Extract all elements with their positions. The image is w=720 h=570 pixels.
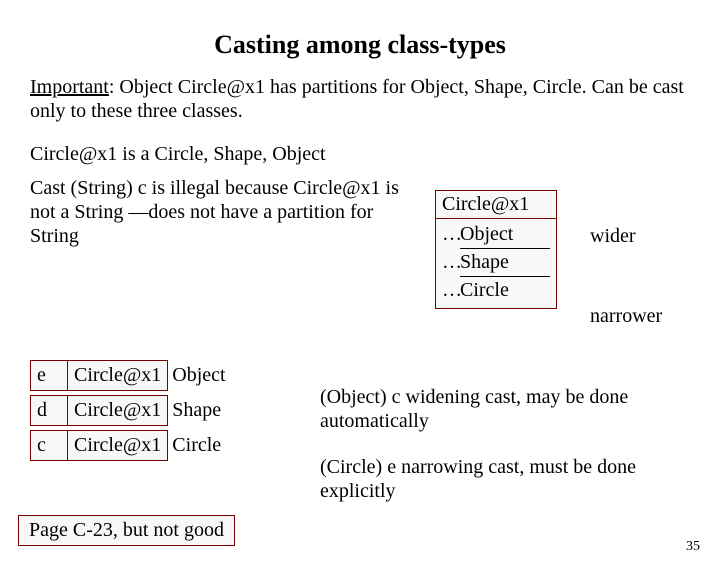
partition-row: … Circle: [442, 279, 550, 302]
partition-class: Object: [460, 223, 513, 246]
var-value: Circle@x1: [67, 395, 168, 426]
table-row: e Circle@x1 Object: [30, 360, 226, 391]
widening-cast-note: (Object) c widening cast, may be done au…: [320, 385, 710, 433]
var-name: e: [30, 360, 68, 391]
partition-row: … Shape: [442, 251, 550, 274]
variable-table: e Circle@x1 Object d Circle@x1 Shape c C…: [30, 360, 226, 465]
dots: …: [442, 279, 460, 302]
divider: [460, 248, 550, 249]
partition-class: Shape: [460, 251, 509, 274]
narrowing-cast-note: (Circle) e narrowing cast, must be done …: [320, 455, 710, 503]
important-rest: : Object Circle@x1 has partitions for Ob…: [30, 76, 684, 122]
var-value: Circle@x1: [67, 430, 168, 461]
var-value: Circle@x1: [67, 360, 168, 391]
partition-stack: Circle@x1 … Object … Shape … Circle: [435, 190, 557, 309]
important-lead: Important: [30, 76, 109, 98]
illegal-cast-paragraph: Cast (String) c is illegal because Circl…: [30, 176, 410, 248]
var-type: Shape: [172, 399, 221, 422]
divider: [460, 276, 550, 277]
var-name: c: [30, 430, 68, 461]
dots: …: [442, 251, 460, 274]
dots: …: [442, 223, 460, 246]
partition-row: … Object: [442, 223, 550, 246]
partition-class: Circle: [460, 279, 509, 302]
var-name: d: [30, 395, 68, 426]
table-row: d Circle@x1 Shape: [30, 395, 226, 426]
isa-line: Circle@x1 is a Circle, Shape, Object: [30, 143, 690, 166]
var-type: Object: [172, 364, 225, 387]
important-paragraph: Important: Object Circle@x1 has partitio…: [30, 75, 690, 123]
partition-header: Circle@x1: [435, 190, 557, 219]
page-number: 35: [686, 539, 700, 555]
var-type: Circle: [172, 434, 221, 457]
footnote-box: Page C-23, but not good: [18, 515, 235, 546]
wider-label: wider: [590, 225, 636, 248]
page-title: Casting among class-types: [0, 30, 720, 60]
table-row: c Circle@x1 Circle: [30, 430, 226, 461]
narrower-label: narrower: [590, 305, 662, 328]
